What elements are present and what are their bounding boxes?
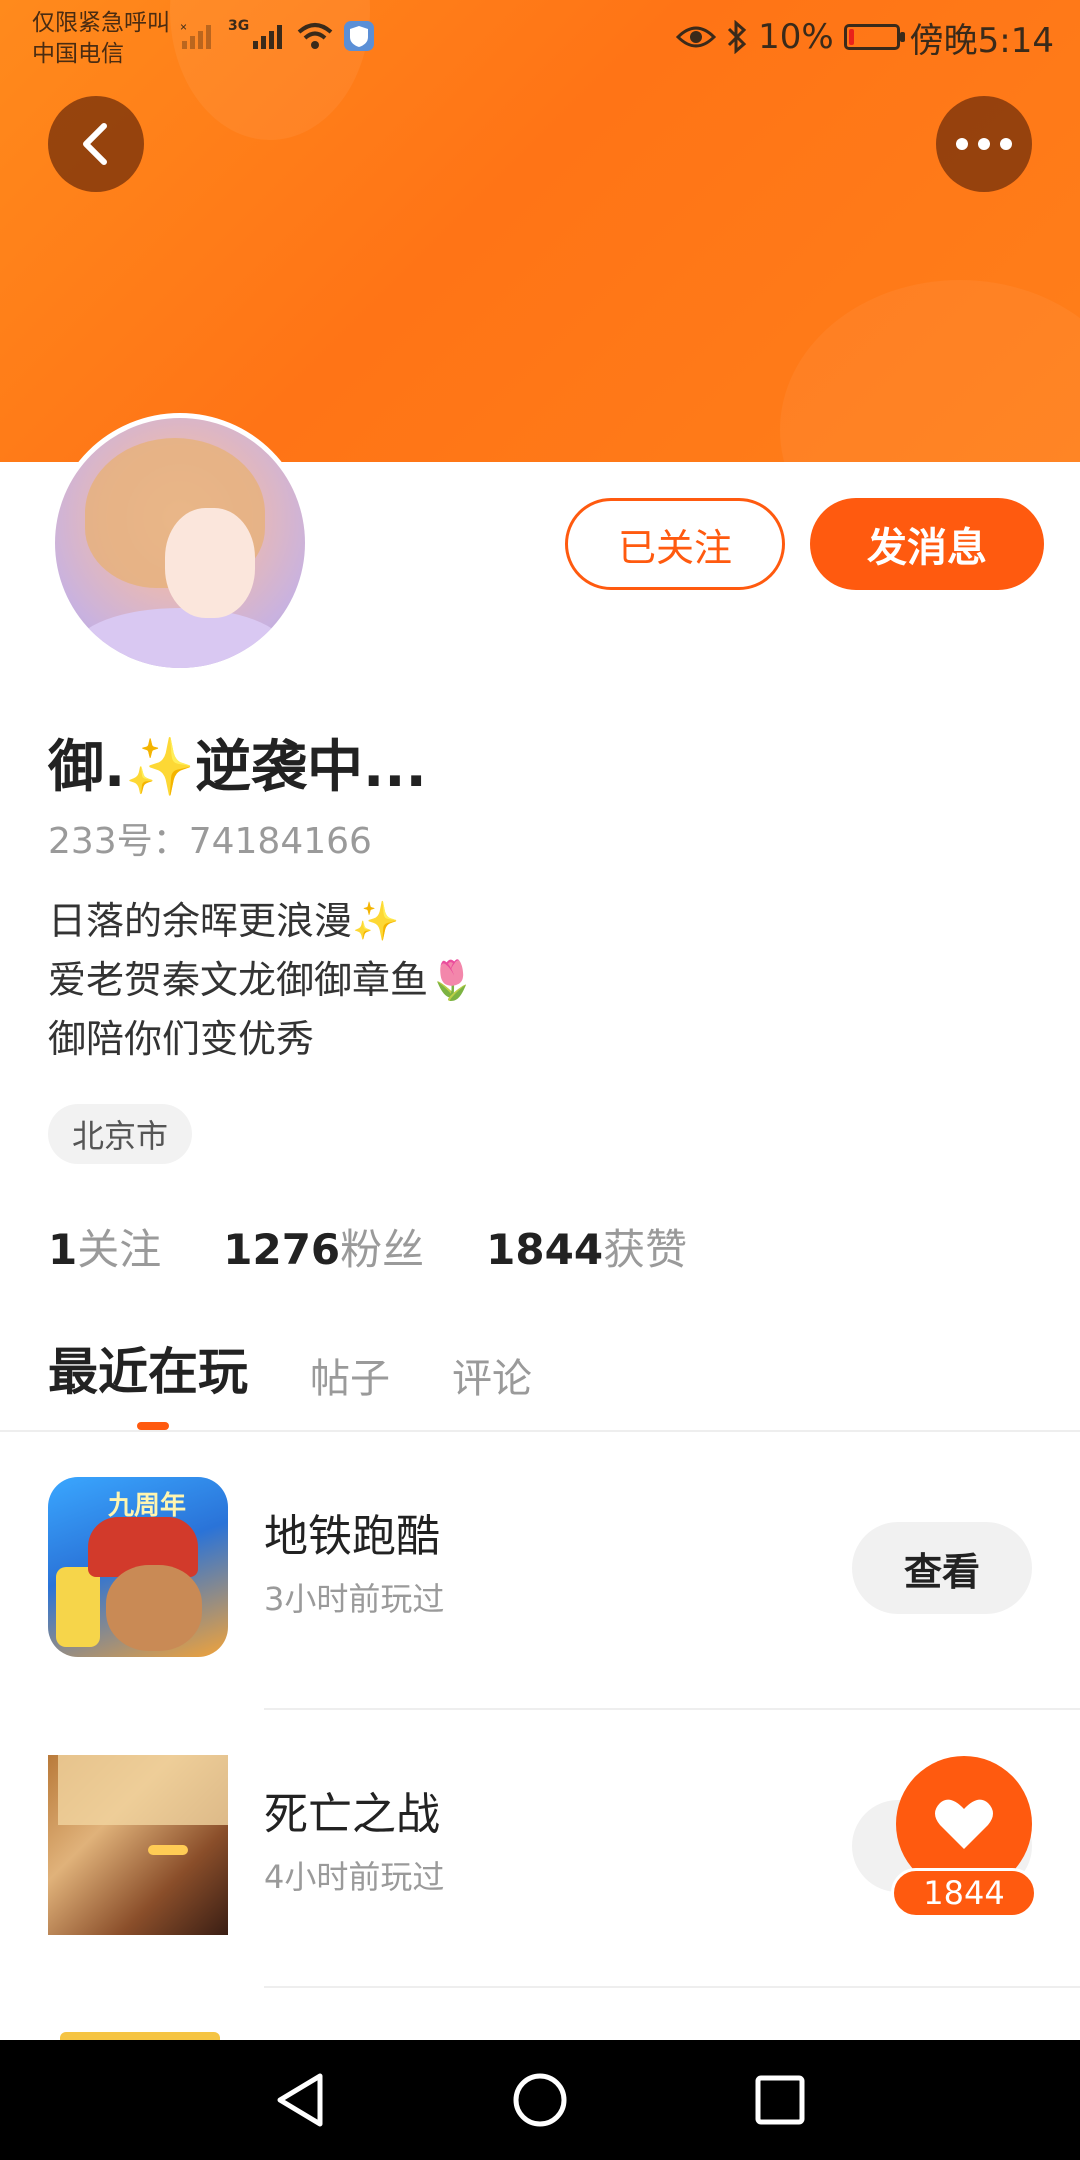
bio-line: 爱老贺秦文龙御御章鱼🌷 — [48, 958, 476, 1002]
active-tab-indicator — [137, 1422, 169, 1430]
send-message-button[interactable]: 发消息 — [810, 498, 1044, 590]
game-last-played: 3小时前玩过 — [264, 1580, 445, 1618]
status-time: 傍晚5:14 — [909, 20, 1054, 61]
wifi-icon — [297, 23, 333, 49]
banner-glow — [780, 280, 1080, 462]
carrier-line-2: 中国电信 — [32, 41, 124, 67]
carrier-info: 仅限紧急呼叫 中国电信 — [32, 8, 170, 70]
avatar[interactable] — [50, 413, 310, 673]
followed-button[interactable]: 已关注 — [565, 498, 785, 590]
profile-banner: 仅限紧急呼叫 中国电信 × 3G 10% 傍晚5:14 — [0, 0, 1080, 462]
location-tag: 北京市 — [48, 1104, 193, 1164]
more-horizontal-icon — [956, 138, 1012, 150]
nav-home-button[interactable] — [504, 2064, 576, 2136]
circle-home-icon — [513, 2073, 567, 2127]
bio-line: 御陪你们变优秀 — [48, 1017, 315, 1061]
signal-icon — [253, 25, 283, 49]
user-id: 233号：74184166 — [48, 821, 372, 862]
square-recents-icon — [755, 2075, 805, 2125]
view-game-button[interactable]: 查看 — [852, 1522, 1032, 1614]
svg-text:×: × — [180, 21, 187, 34]
stat-fans[interactable]: 1276粉丝 — [223, 1216, 424, 1277]
stat-following[interactable]: 1关注 — [48, 1216, 161, 1277]
username: 御.✨逆袭中... — [48, 735, 427, 800]
tab-recently-played[interactable]: 最近在玩 — [48, 1332, 248, 1404]
fans-count: 1276 — [223, 1225, 341, 1274]
more-button[interactable] — [936, 96, 1032, 192]
eye-icon — [676, 26, 717, 48]
nav-recents-button[interactable] — [744, 2064, 816, 2136]
shield-icon — [344, 21, 375, 51]
bio-line: 日落的余晖更浪漫✨ — [48, 899, 400, 943]
profile-stats: 1关注 1276粉丝 1844获赞 — [48, 1216, 687, 1277]
list-item[interactable]: 九周年 地铁跑酷 3小时前玩过 查看 — [0, 1432, 1080, 1710]
battery-percent: 10% — [758, 17, 834, 57]
tab-comments[interactable]: 评论 — [452, 1346, 532, 1404]
death-battle-icon — [48, 1755, 228, 1935]
network-type-label: 3G — [228, 18, 250, 34]
heart-icon — [935, 1799, 993, 1849]
row-divider — [264, 1986, 1080, 1988]
following-count: 1 — [48, 1225, 78, 1274]
following-label: 关注 — [77, 1225, 162, 1274]
game-name: 死亡之战 — [264, 1789, 440, 1840]
status-right: 10% 傍晚5:14 — [676, 12, 1054, 62]
tab-posts[interactable]: 帖子 — [310, 1346, 390, 1404]
battery-icon — [843, 24, 905, 50]
status-bar: 仅限紧急呼叫 中国电信 × 3G 10% 傍晚5:14 — [0, 0, 1080, 76]
triangle-back-icon — [277, 2073, 323, 2127]
game-name: 地铁跑酷 — [264, 1511, 440, 1562]
likes-count: 1844 — [486, 1225, 604, 1274]
like-count-badge: 1844 — [891, 1868, 1037, 1918]
nav-back-button[interactable] — [264, 2064, 336, 2136]
fans-label: 粉丝 — [340, 1225, 425, 1274]
avatar-image — [55, 418, 305, 668]
stat-likes: 1844获赞 — [486, 1216, 687, 1277]
back-button[interactable] — [48, 96, 144, 192]
battery-fill — [848, 29, 854, 45]
chevron-left-icon — [83, 123, 107, 165]
system-nav-bar — [0, 2040, 1080, 2160]
game-last-played: 4小时前玩过 — [264, 1858, 445, 1896]
carrier-line-1: 仅限紧急呼叫 — [32, 10, 170, 36]
bio: 日落的余晖更浪漫✨ 爱老贺秦文龙御御章鱼🌷 御陪你们变优秀 — [48, 892, 475, 1069]
bluetooth-icon — [728, 20, 747, 54]
profile-tabs: 最近在玩 帖子 评论 — [48, 1332, 532, 1404]
likes-label: 获赞 — [603, 1225, 688, 1274]
signal-empty-icon: × — [180, 21, 211, 49]
network-icons: × 3G — [180, 14, 375, 58]
subway-surfers-icon: 九周年 — [48, 1477, 228, 1657]
